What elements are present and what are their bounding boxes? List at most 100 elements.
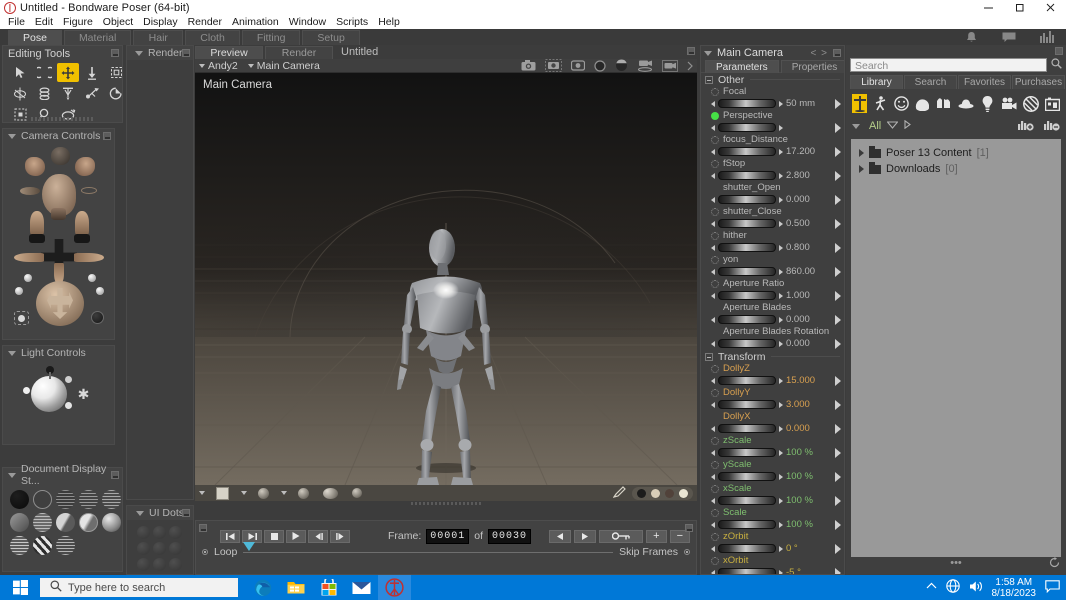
param-slider[interactable]: [718, 147, 776, 156]
renders-pin-icon[interactable]: [182, 49, 190, 57]
background-sphere[interactable]: [258, 488, 269, 499]
param-value[interactable]: 3.000: [786, 399, 818, 410]
param-expand-icon[interactable]: [835, 243, 841, 253]
light-controls-art[interactable]: ✱: [3, 360, 114, 438]
param-value[interactable]: 0.000: [786, 194, 818, 205]
decrement-arrow-icon[interactable]: [711, 498, 715, 504]
library-footer-dots[interactable]: •••: [950, 557, 962, 569]
param-slider[interactable]: [718, 243, 776, 252]
style-outline[interactable]: [33, 490, 52, 509]
hand-up-left-control[interactable]: [30, 211, 44, 236]
decrement-arrow-icon[interactable]: [711, 546, 715, 552]
roll-right-control[interactable]: [81, 187, 97, 194]
param-value[interactable]: 0.500: [786, 218, 818, 229]
current-frame-field[interactable]: 00001: [426, 529, 469, 544]
document-tab-preview[interactable]: Preview: [195, 46, 263, 59]
dial-icon[interactable]: [711, 437, 719, 445]
hands-category[interactable]: [936, 94, 952, 113]
prev-keyframe-button[interactable]: [549, 530, 571, 543]
dial-icon-active[interactable]: [711, 112, 719, 120]
shadow-sphere[interactable]: [298, 488, 309, 499]
decrement-arrow-icon[interactable]: [711, 125, 715, 131]
pencil-icon[interactable]: [613, 486, 626, 501]
group-collapse-icon[interactable]: [705, 76, 713, 84]
param-value[interactable]: -5 °: [786, 567, 818, 575]
camera-flyaround-button[interactable]: [91, 311, 104, 324]
param-expand-icon[interactable]: [835, 496, 841, 506]
ui-dot[interactable]: [137, 526, 150, 539]
taskbar-clock[interactable]: 1:58 AM 8/18/2023: [992, 577, 1037, 599]
poses-category[interactable]: [873, 94, 888, 113]
style-cartoon-with-line[interactable]: [56, 536, 75, 555]
ui-dot[interactable]: [153, 526, 166, 539]
dial-icon[interactable]: [711, 160, 719, 168]
increment-arrow-icon[interactable]: [779, 546, 783, 552]
mail-icon[interactable]: [345, 575, 378, 600]
step-back-button[interactable]: [308, 530, 328, 543]
increment-arrow-icon[interactable]: [779, 317, 783, 323]
collapse-triangle-icon[interactable]: [8, 134, 16, 139]
file-explorer-icon[interactable]: [279, 575, 312, 600]
windows-start-icon[interactable]: [0, 575, 40, 600]
decrement-arrow-icon[interactable]: [711, 149, 715, 155]
param-expand-icon[interactable]: [835, 339, 841, 349]
tree-item-poser-13-content[interactable]: Poser 13 Content [1]: [851, 145, 1061, 161]
morphing-tool[interactable]: [105, 84, 127, 103]
menu-animation[interactable]: Animation: [227, 15, 284, 29]
param-slider[interactable]: [718, 448, 776, 457]
param-value[interactable]: 50 mm: [786, 98, 818, 109]
increment-arrow-icon[interactable]: [779, 522, 783, 528]
search-icon[interactable]: [1051, 58, 1062, 72]
dial-icon[interactable]: [711, 557, 719, 565]
chain-break-tool[interactable]: [33, 84, 55, 103]
param-slider[interactable]: [718, 171, 776, 180]
increment-arrow-icon[interactable]: [779, 221, 783, 227]
chevron-down-icon[interactable]: [241, 491, 247, 495]
add-keyframe-button[interactable]: +: [646, 530, 666, 543]
ui-dot[interactable]: [137, 542, 150, 555]
color-tool[interactable]: [57, 84, 79, 103]
edge-icon[interactable]: [246, 575, 279, 600]
taper-tool[interactable]: [9, 84, 31, 103]
parameter-group-other[interactable]: Other: [701, 73, 844, 86]
room-tab-cloth[interactable]: Cloth: [185, 30, 240, 45]
param-value[interactable]: 860.00: [786, 266, 818, 277]
edit-keyframes-button[interactable]: [599, 530, 643, 543]
add-library-icon[interactable]: [1018, 118, 1034, 134]
collapse-triangle-icon[interactable]: [8, 473, 16, 478]
collapse-triangle-icon[interactable]: [135, 51, 143, 56]
swatch-shadow[interactable]: [665, 489, 674, 498]
view-magnifier-tool[interactable]: [9, 105, 31, 124]
collapse-triangle-icon[interactable]: [136, 511, 144, 516]
light-controls-header[interactable]: Light Controls: [3, 346, 114, 360]
left-hand-camera-control[interactable]: [25, 157, 45, 176]
add-light-icon[interactable]: ✱: [77, 388, 90, 401]
lights-category[interactable]: [980, 94, 995, 113]
dial-icon[interactable]: [711, 256, 719, 264]
decrement-arrow-icon[interactable]: [711, 197, 715, 203]
decrement-arrow-icon[interactable]: [711, 341, 715, 347]
param-value[interactable]: 0.000: [786, 423, 818, 434]
menu-display[interactable]: Display: [138, 15, 182, 29]
maximize-icon[interactable]: [1004, 0, 1035, 15]
microsoft-store-icon[interactable]: [312, 575, 345, 600]
param-slider[interactable]: [718, 195, 776, 204]
param-expand-icon[interactable]: [835, 171, 841, 181]
collapse-triangle-icon[interactable]: [8, 351, 16, 356]
ui-dot[interactable]: [169, 526, 182, 539]
param-slider[interactable]: [718, 99, 776, 108]
library-tab-library[interactable]: Library: [850, 75, 903, 89]
param-slider[interactable]: [718, 219, 776, 228]
room-tab-setup[interactable]: Setup: [302, 30, 359, 45]
menu-help[interactable]: Help: [373, 15, 405, 29]
remove-library-icon[interactable]: [1044, 118, 1060, 134]
more-arrow-icon[interactable]: [687, 61, 693, 71]
parameters-nav-arrows[interactable]: < >: [811, 48, 828, 59]
translate-in-out-tool[interactable]: [81, 63, 103, 82]
decrement-arrow-icon[interactable]: [711, 450, 715, 456]
animation-expand-icon[interactable]: [685, 524, 693, 532]
expand-arrow-icon[interactable]: [859, 149, 864, 157]
dial-icon[interactable]: [711, 232, 719, 240]
single-sphere[interactable]: [352, 488, 362, 498]
figure-selector[interactable]: Andy2: [199, 60, 238, 72]
